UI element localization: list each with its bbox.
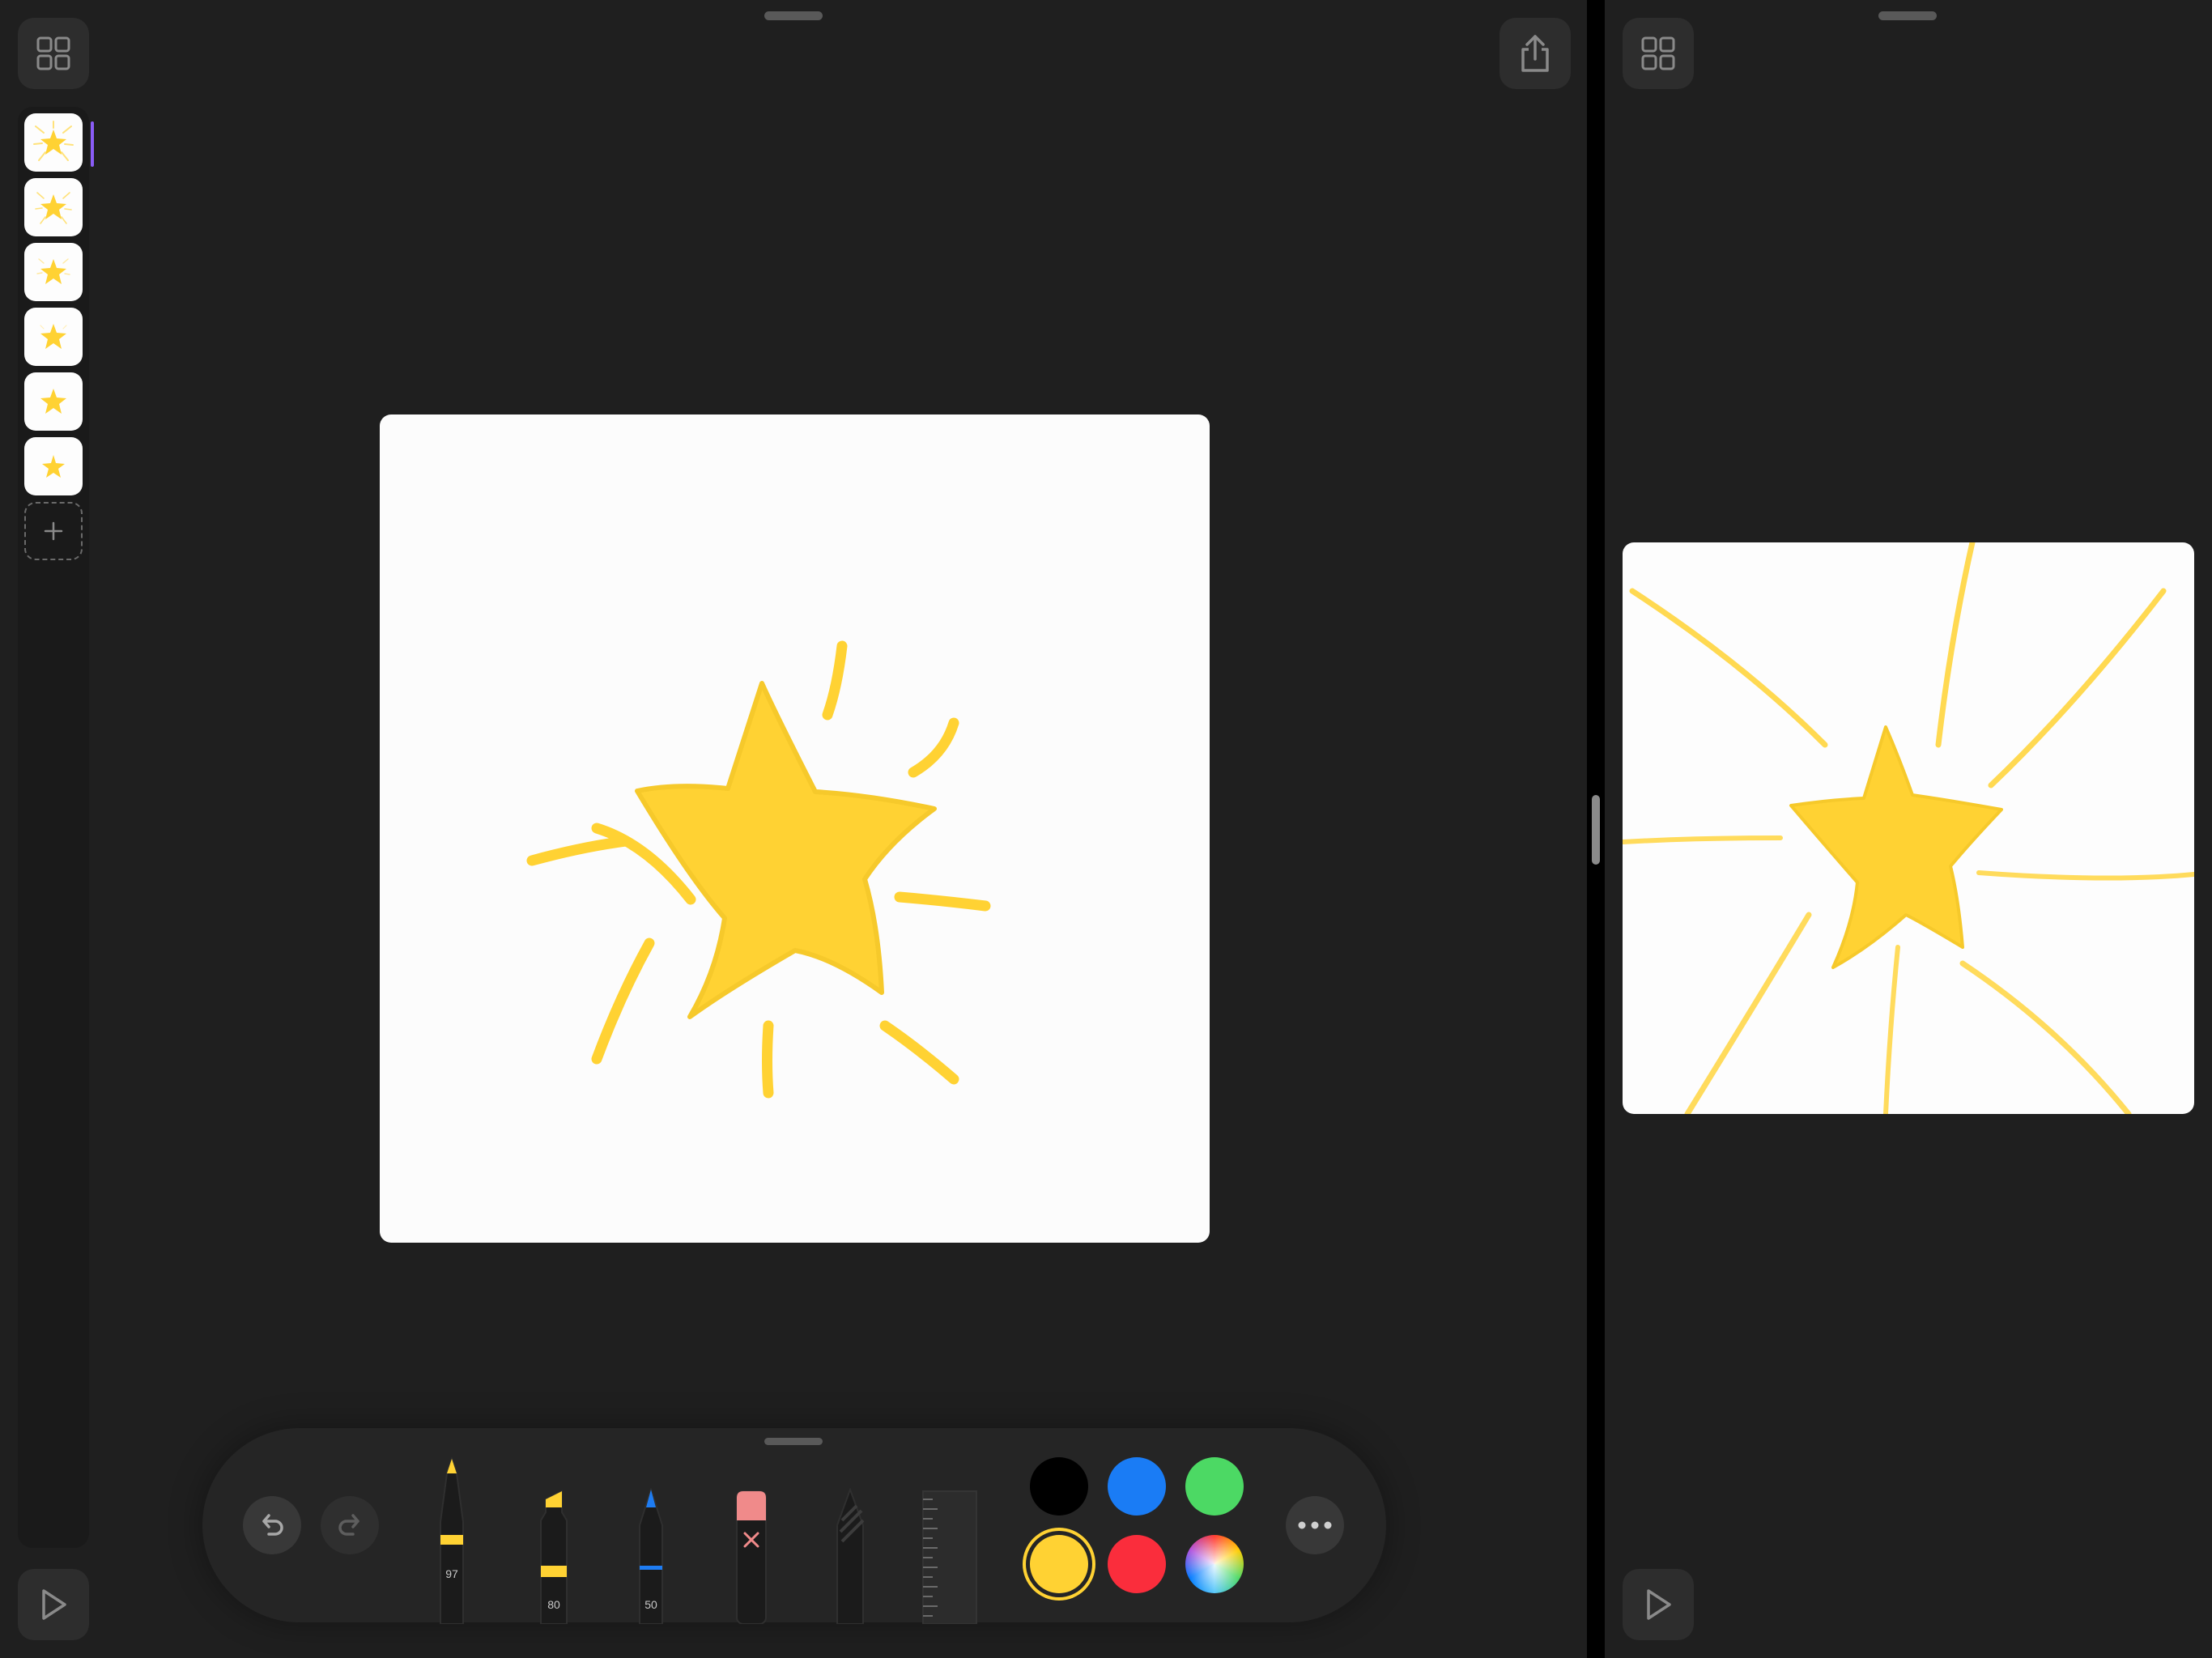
grid-icon [1641, 36, 1675, 70]
color-swatch-black[interactable] [1030, 1457, 1088, 1516]
frame-thumbnail-4[interactable] [24, 308, 83, 366]
plus-icon [44, 521, 63, 541]
color-swatch-green[interactable] [1185, 1457, 1244, 1516]
star-icon [40, 324, 67, 349]
eraser-tool[interactable] [732, 1488, 771, 1625]
color-picker-gradient [1185, 1535, 1244, 1593]
star-animation-frame [1623, 542, 2194, 1114]
color-picker-multicolor[interactable] [1185, 1535, 1244, 1593]
selected-frame-indicator [91, 121, 94, 167]
pen-icon [440, 1456, 464, 1625]
eraser-icon [736, 1490, 767, 1625]
play-icon [1647, 1589, 1671, 1620]
preview-grabber[interactable] [1878, 11, 1937, 20]
pen-size-label: 97 [445, 1567, 458, 1580]
preview-play-button[interactable] [1623, 1569, 1694, 1640]
play-icon [42, 1589, 66, 1620]
star-icon [33, 121, 74, 161]
pen-tool[interactable]: 97 [432, 1456, 471, 1625]
more-options-button[interactable] [1286, 1496, 1344, 1554]
undo-icon [262, 1514, 283, 1536]
undo-button[interactable] [243, 1496, 301, 1554]
add-frame-button[interactable] [24, 502, 83, 560]
redo-button[interactable] [321, 1496, 379, 1554]
gallery-button[interactable] [18, 18, 89, 89]
editor-grabber[interactable] [764, 11, 823, 20]
marker-size-label: 80 [547, 1598, 560, 1611]
toolbar-grabber[interactable] [764, 1438, 823, 1445]
drawing-canvas[interactable] [380, 414, 1210, 1243]
star-icon [36, 258, 70, 284]
pencil-tool[interactable]: 50 [632, 1486, 670, 1625]
ruler-tool[interactable] [921, 1490, 978, 1625]
star-icon [40, 389, 66, 414]
star-drawing [526, 640, 991, 1099]
grid-icon [36, 36, 70, 70]
split-view-handle[interactable] [1592, 795, 1600, 865]
lasso-tool[interactable] [831, 1487, 870, 1625]
pencil-size-label: 50 [644, 1598, 657, 1611]
frame-thumbnail-5[interactable] [24, 372, 83, 431]
frame-thumbnail-2[interactable] [24, 178, 83, 236]
animation-preview [1623, 542, 2194, 1114]
frame-thumbnail-6[interactable] [24, 437, 83, 495]
ruler-icon [922, 1490, 977, 1625]
star-icon [42, 455, 65, 478]
redo-icon [338, 1514, 359, 1536]
preview-gallery-button[interactable] [1623, 18, 1694, 89]
share-button[interactable] [1499, 18, 1571, 89]
marker-tool[interactable]: 80 [534, 1488, 573, 1625]
share-icon [1521, 35, 1549, 72]
color-swatch-red[interactable] [1108, 1535, 1166, 1593]
play-button[interactable] [18, 1569, 89, 1640]
frame-thumbnail-3[interactable] [24, 243, 83, 301]
lasso-icon [836, 1487, 865, 1625]
star-icon [35, 192, 72, 224]
more-icon [1298, 1521, 1332, 1529]
color-swatch-yellow-selected[interactable] [1030, 1535, 1088, 1593]
frame-thumbnail-1[interactable] [24, 113, 83, 172]
color-swatch-blue[interactable] [1108, 1457, 1166, 1516]
